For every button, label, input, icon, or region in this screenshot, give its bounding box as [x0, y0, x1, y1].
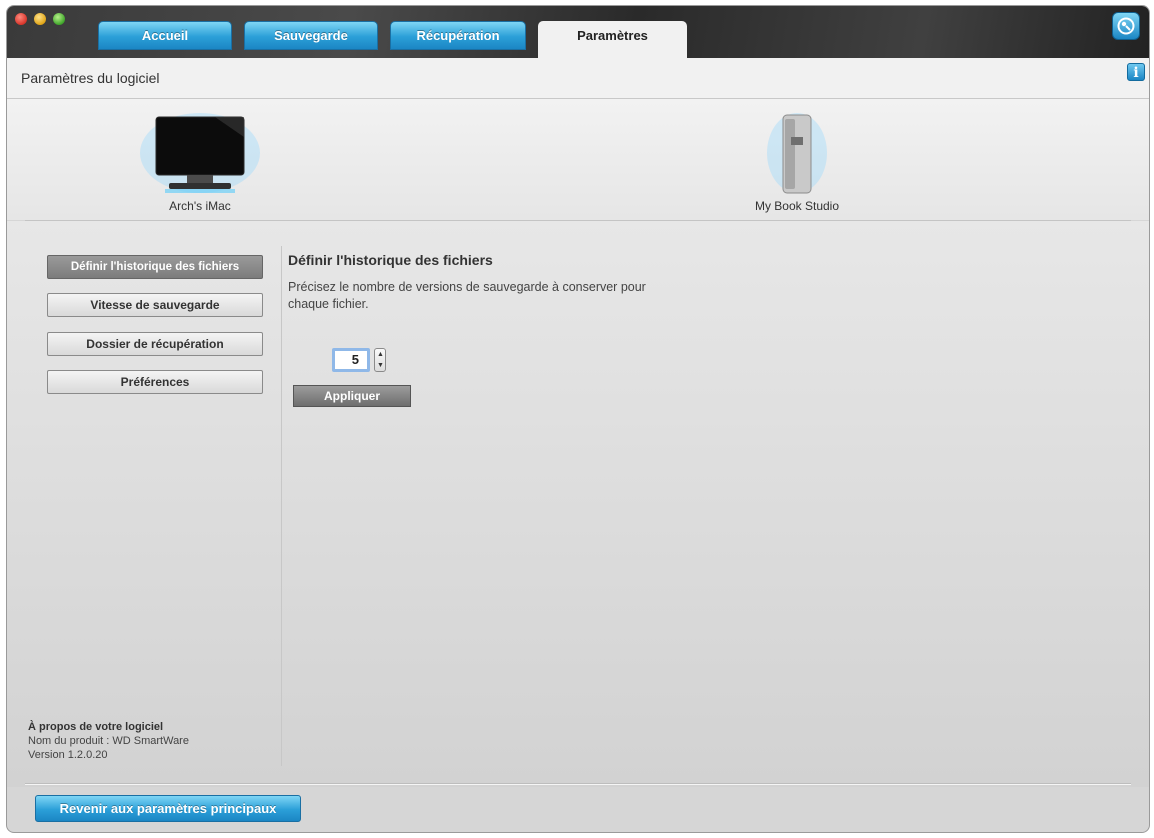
- section-description: Précisez le nombre de versions de sauveg…: [288, 280, 646, 311]
- version-text: Version 1.2.0.20: [28, 749, 108, 761]
- info-icon[interactable]: i: [1127, 63, 1145, 81]
- sidebar-item-vitesse[interactable]: Vitesse de sauvegarde: [47, 293, 263, 317]
- chevron-up-icon[interactable]: ▲: [377, 351, 384, 359]
- back-to-main-settings-button[interactable]: Revenir aux paramètres principaux: [35, 795, 301, 822]
- support-button[interactable]: [1112, 12, 1140, 40]
- sidebar-divider: [281, 246, 282, 766]
- footer-divider: [25, 783, 1131, 785]
- drive-device[interactable]: My Book Studio: [727, 107, 867, 217]
- computer-device[interactable]: Arch's iMac: [125, 107, 275, 217]
- device-bar: Arch's iMac My Book Studio: [7, 99, 1149, 220]
- zoom-window-button[interactable]: [53, 13, 65, 25]
- versions-stepper[interactable]: ▲ ▼: [374, 348, 386, 372]
- sidebar-item-dossier[interactable]: Dossier de récupération: [47, 332, 263, 356]
- product-name: Nom du produit : WD SmartWare: [28, 735, 189, 747]
- section-title: Définir l'historique des fichiers: [288, 252, 493, 268]
- sidebar-item-preferences[interactable]: Préférences: [47, 370, 263, 394]
- tab-accueil[interactable]: Accueil: [98, 21, 232, 50]
- sidebar-item-historique[interactable]: Définir l'historique des fichiers: [47, 255, 263, 279]
- tab-sauvegarde[interactable]: Sauvegarde: [244, 21, 378, 50]
- apply-button[interactable]: Appliquer: [293, 385, 411, 407]
- title-bar: Accueil Sauvegarde Récupération Paramètr…: [7, 6, 1149, 58]
- about-title: À propos de votre logiciel: [28, 721, 164, 733]
- external-drive-icon: [767, 113, 827, 194]
- tab-recuperation[interactable]: Récupération: [390, 21, 526, 50]
- page-title: Paramètres du logiciel: [21, 70, 160, 86]
- drive-label: My Book Studio: [754, 199, 840, 213]
- minimize-window-button[interactable]: [34, 13, 46, 25]
- imac-icon: [140, 113, 260, 193]
- support-icon: [1117, 17, 1135, 35]
- tab-parametres[interactable]: Paramètres: [538, 21, 687, 58]
- app-window: Accueil Sauvegarde Récupération Paramètr…: [7, 6, 1149, 832]
- close-window-button[interactable]: [15, 13, 27, 25]
- page-header: Paramètres du logiciel i: [7, 58, 1149, 99]
- chevron-down-icon[interactable]: ▼: [377, 362, 384, 370]
- versions-input[interactable]: 5: [332, 348, 370, 372]
- about-section: À propos de votre logiciel Nom du produi…: [28, 720, 189, 762]
- computer-label: Arch's iMac: [169, 199, 231, 213]
